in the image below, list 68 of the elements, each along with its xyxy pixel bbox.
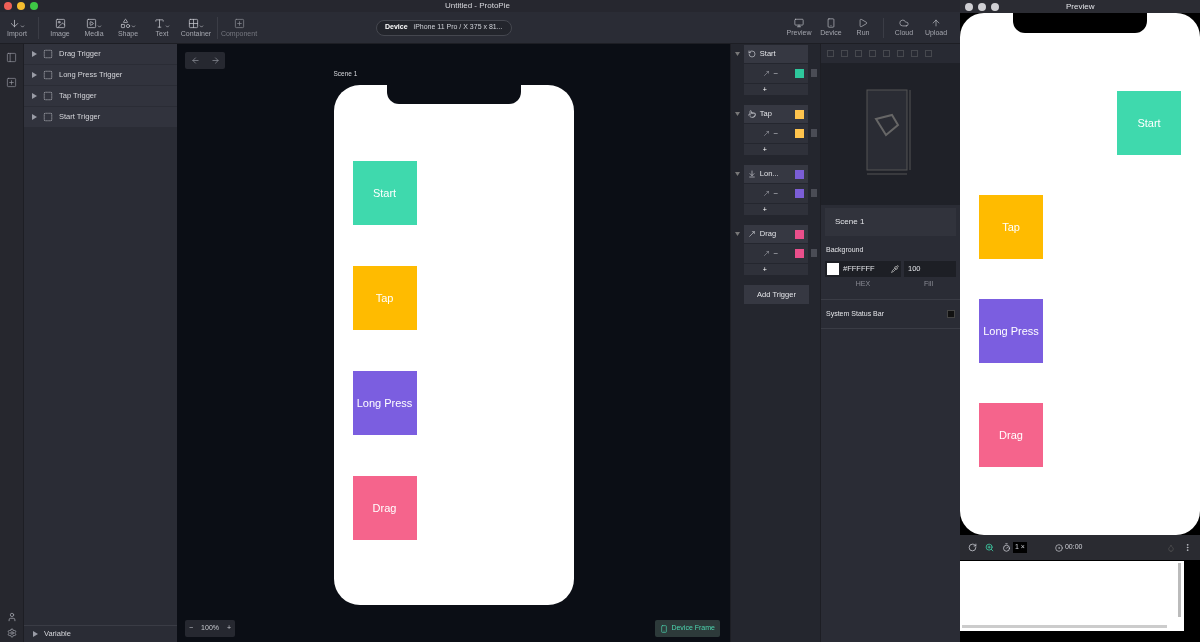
gesture-icon [747,230,756,238]
container-icon [188,17,199,29]
eyedropper-icon [891,264,899,273]
collapse-arrow-icon[interactable] [734,52,740,56]
expand-arrow-icon[interactable] [32,93,37,99]
maximize-window-icon[interactable] [30,2,38,10]
caret-icon [131,23,136,29]
caret-icon [20,23,25,29]
layer-square: Drag [352,476,417,540]
forward-arrow-icon[interactable] [210,56,220,65]
window-title: Untitled - ProtoPie [445,0,510,12]
scene-name-field[interactable]: Scene 1 [825,208,956,236]
expand-arrow-icon[interactable] [33,631,38,637]
preview-title: Preview [1066,0,1095,13]
status-bar-checkbox[interactable] [947,310,955,318]
layer-square: Start [352,161,417,225]
media-icon [86,17,97,29]
layers-panel-icon[interactable] [6,52,17,63]
shape-icon [120,17,131,29]
handle-icon[interactable] [811,189,818,197]
add-icon[interactable] [6,77,17,88]
container-icon [43,91,53,101]
preview-icon [794,18,804,28]
component-icon [233,17,245,29]
minimize-window-icon[interactable] [17,2,25,10]
expand-arrow-icon[interactable] [32,51,37,57]
device-icon [826,18,836,28]
gesture-icon [747,110,756,118]
more-icon[interactable] [1183,543,1192,552]
handle-icon[interactable] [811,249,818,257]
layer-square[interactable]: Long Press [979,299,1043,363]
expand-arrow-icon[interactable] [32,114,37,120]
import-icon [9,17,20,29]
image-icon [54,17,66,29]
close-window-icon[interactable] [4,2,12,10]
collapse-arrow-icon[interactable] [734,232,740,236]
container-icon [43,112,53,122]
color-swatch [827,262,839,275]
back-arrow-icon[interactable] [190,56,200,65]
response-icon [762,70,770,77]
zoom-icon[interactable] [985,543,994,552]
gesture-icon [747,170,756,178]
record-icon[interactable] [1054,543,1063,552]
caret-icon [165,23,170,29]
timer-icon[interactable] [1002,543,1011,552]
response-icon [762,130,770,137]
reload-icon[interactable] [968,543,977,552]
handle-icon[interactable] [811,69,818,77]
container-icon [43,70,53,80]
layer-square: Long Press [352,371,417,435]
settings-icon[interactable] [6,628,17,638]
container-icon [43,49,53,59]
handle-icon[interactable] [811,129,818,137]
text-icon [154,17,165,29]
cloud-icon [899,18,909,28]
rotate-icon [747,50,756,58]
upload-icon [931,18,941,28]
caret-icon [199,23,204,29]
user-icon[interactable] [6,612,17,622]
run-icon [858,18,868,28]
layer-square: Tap [352,266,417,330]
response-icon [762,250,770,257]
collapse-arrow-icon[interactable] [734,112,740,116]
caret-icon [97,23,102,29]
phone-icon [660,624,669,633]
expand-arrow-icon[interactable] [32,72,37,78]
response-icon [762,190,770,197]
collapse-arrow-icon[interactable] [734,172,740,176]
